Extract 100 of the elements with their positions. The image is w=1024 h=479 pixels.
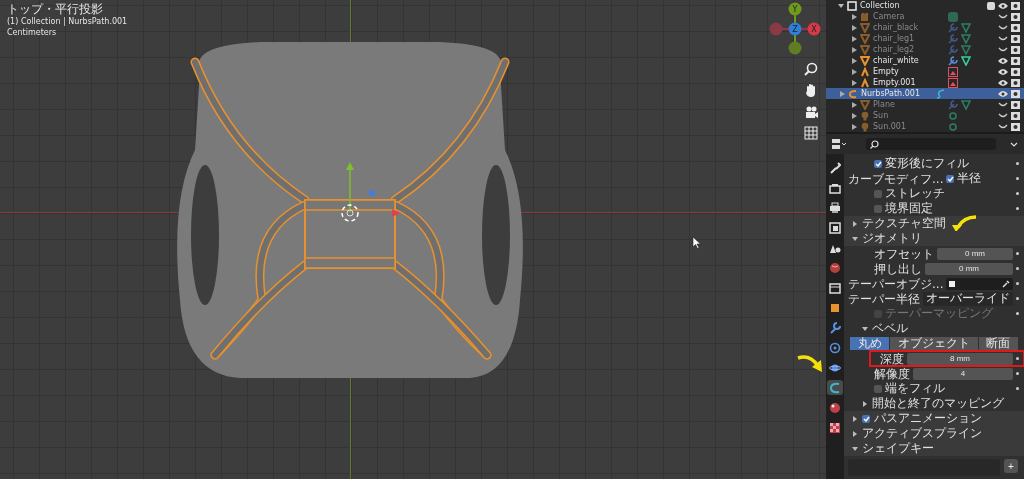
camera-icon[interactable] (1011, 23, 1020, 32)
keyframe-dot[interactable] (1016, 177, 1019, 180)
camera-icon[interactable] (1011, 100, 1020, 109)
checkbox-label[interactable]: 境界固定 (885, 200, 933, 217)
expand-arrow-icon[interactable] (862, 325, 868, 332)
eye-icon[interactable] (998, 89, 1008, 98)
checkbox-label[interactable]: ストレッチ (885, 185, 945, 202)
keyframe-dot[interactable] (1016, 297, 1019, 300)
expand-arrow-icon[interactable] (838, 2, 844, 9)
closed-eye-icon[interactable] (998, 45, 1008, 54)
axis-handle[interactable] (769, 22, 783, 36)
expand-arrow-icon[interactable] (852, 445, 858, 452)
object-field[interactable] (946, 277, 1013, 290)
checkbox[interactable] (874, 189, 882, 198)
add-button[interactable]: + (1004, 459, 1018, 473)
eye-icon[interactable] (998, 1, 1008, 10)
object-name[interactable]: Plane (873, 100, 945, 109)
zoom-icon[interactable] (804, 62, 818, 76)
keyframe-dot[interactable] (1016, 192, 1019, 195)
eye-icon[interactable] (998, 78, 1008, 87)
collection-name[interactable]: Collection (860, 1, 932, 10)
axis-handle[interactable]: Z (788, 22, 802, 36)
keyframe-dot[interactable] (1016, 387, 1019, 390)
checkbox[interactable] (874, 159, 882, 168)
collapse-arrow-icon[interactable] (852, 220, 858, 227)
checkbox[interactable] (874, 204, 882, 213)
object-name[interactable]: NurbsPath.001 (861, 89, 933, 98)
camera-icon[interactable] (1011, 67, 1020, 76)
object-name[interactable]: Sun.001 (873, 122, 945, 131)
checkbox[interactable] (862, 414, 870, 423)
panel-title[interactable]: ベベル (872, 320, 908, 337)
eyedropper-icon[interactable] (1002, 279, 1010, 288)
camera-icon[interactable] (1011, 45, 1020, 54)
editor-type-icon[interactable] (832, 139, 846, 149)
properties-tab[interactable] (827, 280, 843, 295)
panel-header[interactable]: シェイプキー (844, 441, 1024, 456)
collapse-arrow-icon[interactable] (852, 430, 858, 437)
object-name[interactable]: Empty (873, 67, 945, 76)
camera-icon[interactable] (804, 105, 818, 119)
keyframe-dot[interactable] (1016, 282, 1019, 285)
checkbox-label[interactable]: 半径 (957, 170, 982, 187)
keyframe-dot[interactable] (1016, 312, 1019, 315)
search-field[interactable] (866, 138, 996, 150)
camera-icon[interactable] (1011, 34, 1020, 43)
wrench-icon[interactable] (948, 55, 958, 66)
panel-header[interactable]: テクスチャ空間 (844, 216, 1024, 231)
closed-eye-icon[interactable] (998, 122, 1008, 131)
panel-title[interactable]: ジオメトリ (862, 230, 922, 247)
visibility-checkbox[interactable] (987, 1, 995, 10)
number-field[interactable]: 4 (913, 367, 1013, 380)
eye-icon[interactable] (998, 56, 1008, 65)
keyframe-dot[interactable] (1016, 207, 1019, 210)
caret-icon[interactable] (1010, 141, 1018, 147)
properties-tab[interactable] (827, 200, 843, 215)
object-name[interactable]: chair_black (873, 23, 945, 32)
object-name[interactable]: Sun (873, 111, 945, 120)
checkbox[interactable] (946, 174, 955, 183)
light-data-icon[interactable] (948, 110, 958, 121)
collapse-arrow-icon[interactable] (852, 415, 858, 422)
keyframe-dot[interactable] (1016, 267, 1019, 270)
closed-eye-icon[interactable] (998, 111, 1008, 120)
panel-header[interactable]: パスアニメーション (844, 411, 1024, 426)
outliner-row[interactable]: NurbsPath.001 (826, 88, 1024, 99)
properties-tab[interactable] (827, 260, 843, 275)
camera-icon[interactable] (1011, 111, 1020, 120)
expand-arrow-icon[interactable] (852, 235, 858, 242)
properties-tab[interactable] (827, 400, 843, 415)
panel-title[interactable]: 開始と終了のマッピング (872, 395, 1004, 412)
axis-handle[interactable]: Y (788, 2, 802, 16)
panel-title[interactable]: アクティブスプライン (862, 425, 982, 442)
checkbox[interactable] (874, 384, 882, 393)
image-icon[interactable] (948, 77, 958, 88)
panel-header[interactable]: アクティブスプライン (844, 426, 1024, 441)
curve-icon[interactable] (936, 88, 946, 99)
panel-title[interactable]: テクスチャ空間 (862, 215, 946, 232)
panel-header[interactable]: ベベル (844, 321, 1024, 336)
closed-eye-icon[interactable] (998, 12, 1008, 21)
properties-tab[interactable] (827, 420, 843, 435)
axis-handle[interactable] (788, 41, 802, 55)
grid-icon[interactable] (804, 126, 818, 140)
light-data-icon[interactable] (948, 121, 958, 132)
panel-title[interactable]: シェイプキー (862, 440, 934, 457)
triangle-icon[interactable] (961, 55, 971, 66)
number-field[interactable]: 8 mm (907, 352, 1013, 365)
properties-tab[interactable] (827, 220, 843, 235)
keyframe-dot[interactable] (1016, 162, 1019, 165)
camera-icon[interactable] (1011, 122, 1020, 131)
object-name[interactable]: chair_white (873, 56, 945, 65)
segment-button[interactable]: オブジェクト (890, 337, 978, 350)
panel-header[interactable]: ジオメトリ (844, 231, 1024, 246)
checkbox-label[interactable]: 変形後にフィル (885, 155, 969, 172)
number-field[interactable]: 0 mm (925, 262, 1013, 275)
object-name[interactable]: Camera (873, 12, 945, 21)
camera-icon[interactable] (1011, 56, 1020, 65)
closed-eye-icon[interactable] (998, 34, 1008, 43)
object-name[interactable]: chair_leg1 (873, 34, 945, 43)
keyframe-dot[interactable] (1016, 357, 1019, 360)
closed-eye-icon[interactable] (998, 23, 1008, 32)
panel-title[interactable]: パスアニメーション (874, 410, 982, 427)
object-name[interactable]: chair_leg2 (873, 45, 945, 54)
